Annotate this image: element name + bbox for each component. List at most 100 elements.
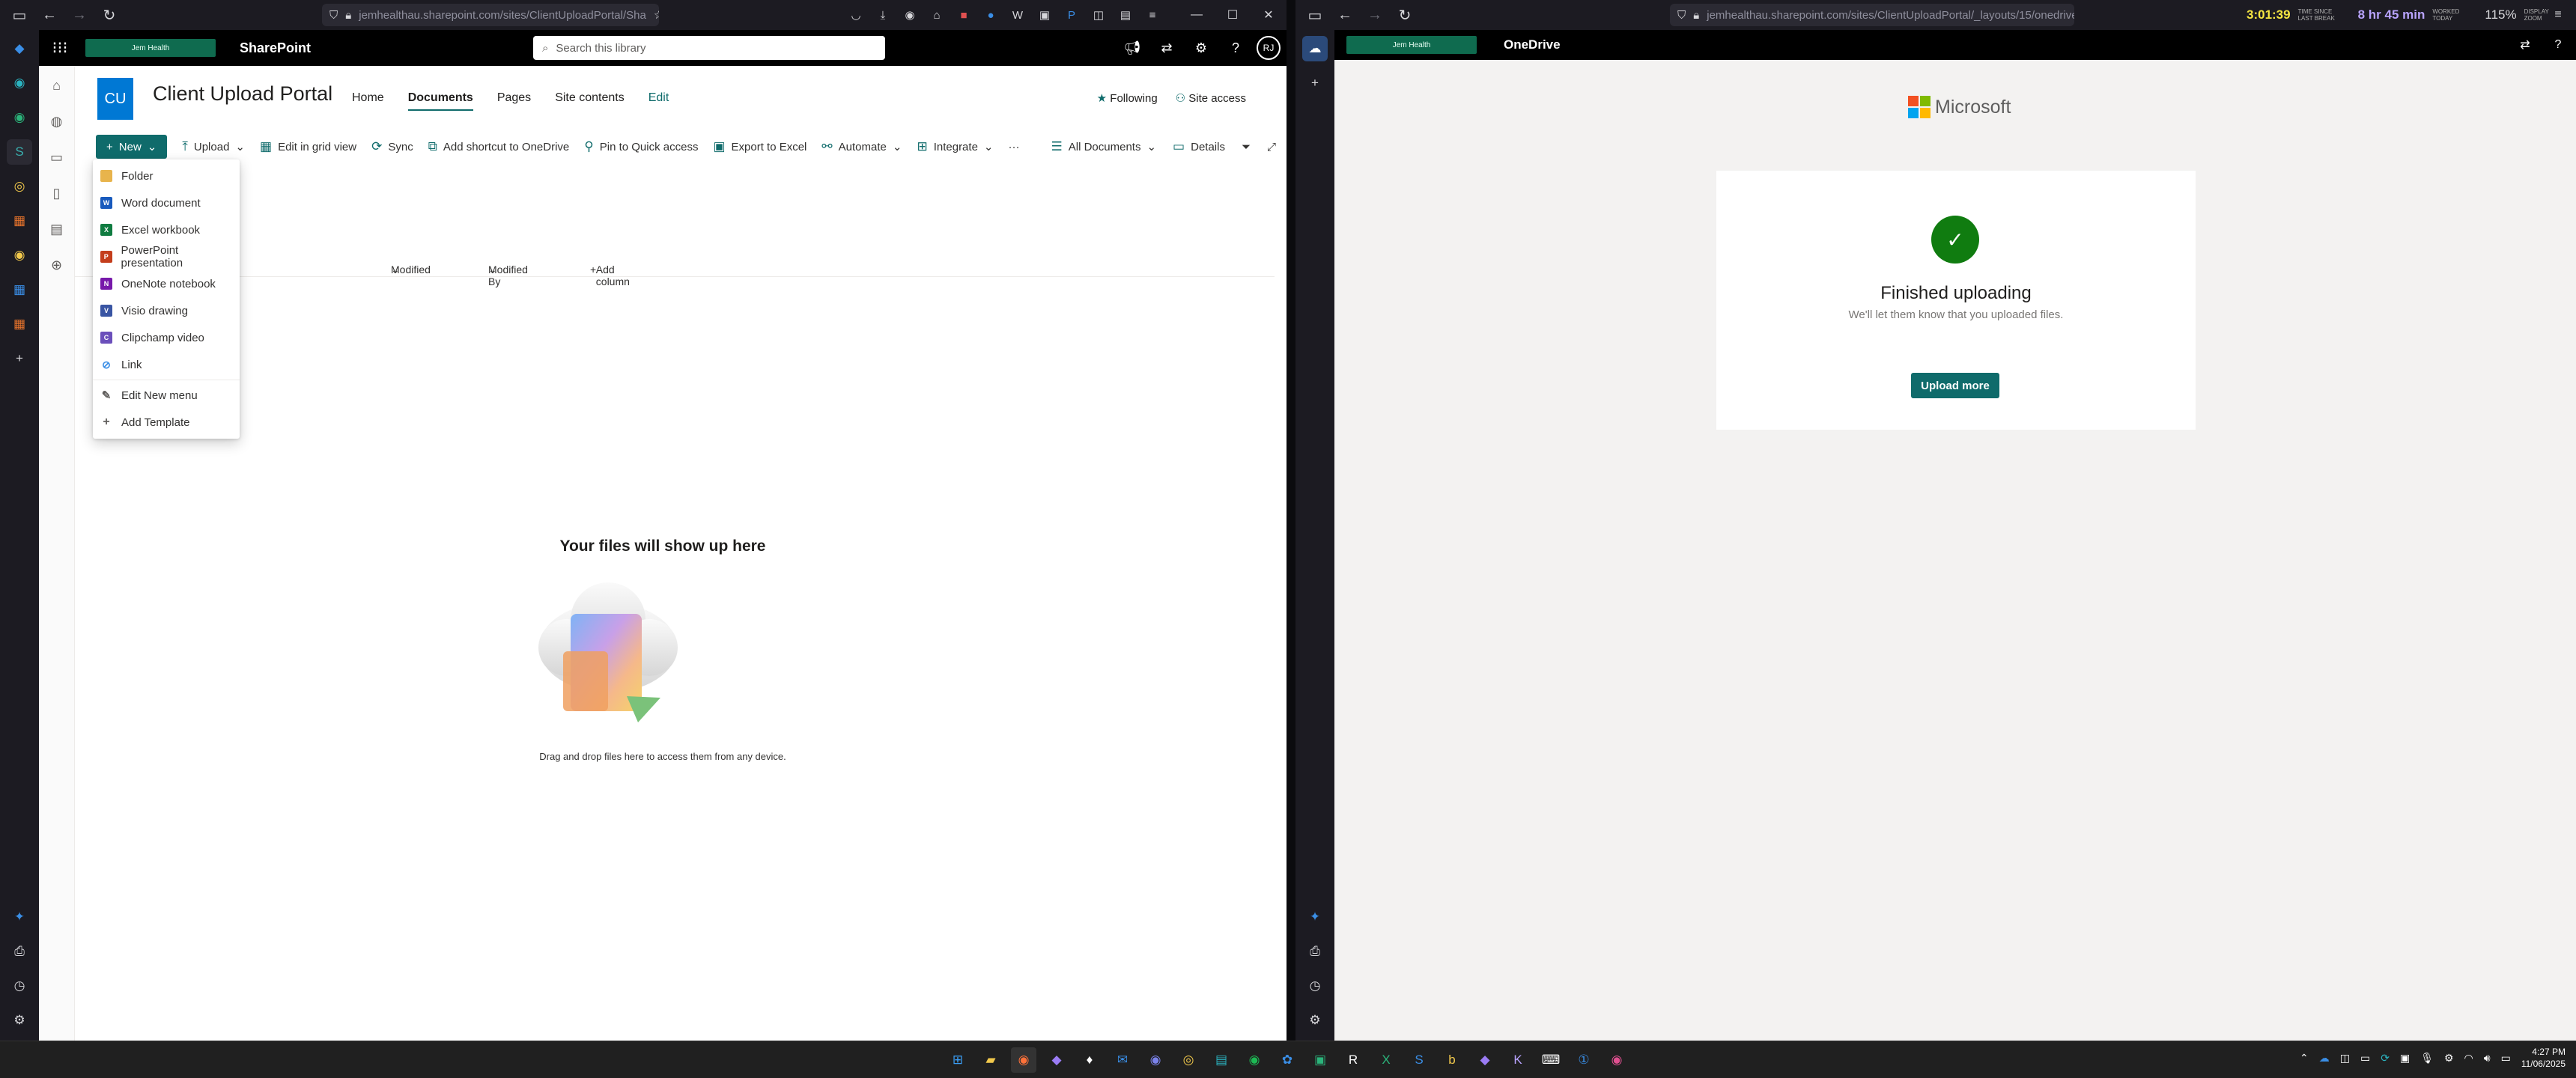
details-button[interactable]: ▭ Details [1173, 139, 1225, 154]
upload-button[interactable]: ⤒ Upload ⌄ [182, 139, 245, 154]
file-icon[interactable]: ▯ [45, 181, 69, 205]
sidebar-ai-icon[interactable]: ◆ [7, 36, 32, 61]
new-menu-item[interactable]: N OneNote notebook [93, 270, 240, 297]
close-button[interactable]: ✕ [1251, 0, 1287, 30]
chevron-up-icon[interactable]: ⌃ [2300, 1052, 2309, 1065]
nav-home[interactable]: Home [352, 91, 384, 111]
new-menu-item[interactable]: X Excel workbook [93, 216, 240, 243]
extension-panel-icon[interactable]: ▤ [1114, 4, 1137, 26]
app-pink-icon[interactable]: ◉ [1604, 1047, 1629, 1073]
new-menu-item[interactable]: + Add Template [93, 409, 240, 436]
sidebar-print-icon[interactable]: ⎙ [7, 939, 32, 964]
add-column-button[interactable]: + Add column [590, 256, 630, 287]
extension-box-icon[interactable]: ▣ [1033, 4, 1056, 26]
tray-sync-icon[interactable]: ⟳ [2381, 1052, 2390, 1065]
expand-icon[interactable]: ⤢ [1267, 141, 1276, 153]
new-menu-item[interactable]: V Visio drawing [93, 297, 240, 324]
sidebar-grid-icon[interactable]: ▦ [7, 277, 32, 302]
sidebar-sparkle-icon[interactable]: ✦ [7, 904, 32, 930]
news-icon[interactable]: ▭ [45, 145, 69, 169]
microphone-icon[interactable]: 🎙︎ [2420, 1052, 2434, 1065]
download-icon[interactable]: ⤓ [872, 4, 894, 26]
notes-icon[interactable]: ▤ [1209, 1047, 1234, 1073]
sharepoint-taskbar-icon[interactable]: S [1406, 1047, 1432, 1073]
app-r-icon[interactable]: R [1340, 1047, 1366, 1073]
sidebar-sharepoint-icon[interactable]: S [7, 139, 32, 165]
globe-icon[interactable]: ◍ [45, 109, 69, 133]
volume-icon[interactable]: 🔊︎ [2484, 1052, 2491, 1065]
back-button[interactable]: ← [1331, 3, 1358, 27]
sidebar-onedrive-icon[interactable]: ☁ [1302, 36, 1328, 61]
tray-box-icon[interactable]: ▣ [2400, 1052, 2410, 1065]
forward-button[interactable]: → [66, 3, 93, 27]
home-icon[interactable]: ⌂ [926, 4, 948, 26]
excel-icon[interactable]: X [1373, 1047, 1399, 1073]
maximize-button[interactable]: ☐ [1215, 0, 1251, 30]
new-menu-item[interactable]: W Word document [93, 189, 240, 216]
app-name[interactable]: SharePoint [240, 40, 311, 56]
back-button[interactable]: ← [36, 3, 63, 27]
help-icon[interactable]: ? [1222, 34, 1249, 61]
minimize-button[interactable]: — [1179, 0, 1215, 30]
sidebar-settings-icon[interactable]: ⚙ [1302, 1008, 1328, 1033]
sidebar-history-icon[interactable]: ◷ [7, 973, 32, 999]
filter-icon[interactable]: ⏷ [1242, 141, 1251, 153]
app-violet-icon[interactable]: ◆ [1472, 1047, 1498, 1073]
new-button[interactable]: + New ⌄ [96, 135, 168, 159]
terminal-green-icon[interactable]: ▣ [1307, 1047, 1333, 1073]
sidebar-settings-icon[interactable]: ⚙ [7, 1008, 32, 1033]
teams-icon[interactable]: ◉ [1143, 1047, 1168, 1073]
chrome-icon[interactable]: ◎ [1176, 1047, 1201, 1073]
app-purple-icon[interactable]: ◆ [1044, 1047, 1069, 1073]
gear-icon[interactable]: ⚙ [1188, 34, 1215, 61]
more-button[interactable]: ··· [1009, 141, 1020, 153]
app-1-icon[interactable]: ① [1571, 1047, 1597, 1073]
home-icon[interactable]: ⌂ [45, 73, 69, 97]
sidebar-toggle-icon[interactable]: ▭ [1301, 3, 1328, 27]
sidebar-chrome-icon[interactable]: ◎ [7, 174, 32, 199]
firefox-icon[interactable]: ◉ [1011, 1047, 1036, 1073]
outlook-icon[interactable]: ✉ [1110, 1047, 1135, 1073]
extension-icon[interactable]: ◉ [899, 4, 921, 26]
new-menu-item[interactable]: ⊘ Link [93, 351, 240, 378]
clock[interactable]: 4:27 PM 11/06/2025 [2521, 1046, 2566, 1070]
sidebar-office-icon[interactable]: ▦ [7, 311, 32, 337]
app-yellow-icon[interactable]: b [1439, 1047, 1465, 1073]
app-tidal-icon[interactable]: ♦ [1077, 1047, 1102, 1073]
pocket-icon[interactable]: ◡ [845, 4, 867, 26]
nav-edit[interactable]: Edit [648, 91, 669, 111]
cloud-icon[interactable]: ☁ [2319, 1052, 2330, 1065]
tray-chat-icon[interactable]: ▭ [2360, 1052, 2370, 1065]
wifi-icon[interactable]: ◠ [2464, 1052, 2473, 1065]
sidebar-sparkle-icon[interactable]: ✦ [1302, 904, 1328, 930]
sync-button[interactable]: ⟳ Sync [371, 139, 413, 154]
help-icon[interactable]: ? [2546, 33, 2570, 57]
tray-settings-icon[interactable]: ⚙ [2444, 1052, 2454, 1065]
bookmark-star-icon[interactable]: ☆ [654, 8, 659, 22]
app-k-icon[interactable]: K [1505, 1047, 1531, 1073]
menu-icon[interactable]: ≡ [1141, 4, 1164, 26]
reload-button[interactable]: ↻ [96, 3, 123, 27]
sidebar-apps-icon[interactable]: ▦ [7, 208, 32, 234]
site-logo[interactable]: CU [97, 78, 133, 120]
terminal-icon[interactable]: ⌨ [1538, 1047, 1564, 1073]
sidebar-edge-icon[interactable]: ◉ [7, 70, 32, 96]
reload-button[interactable]: ↻ [1391, 3, 1418, 27]
upload-more-button[interactable]: Upload more [1911, 373, 1999, 398]
add-shortcut-button[interactable]: ⧉ Add shortcut to OneDrive [428, 139, 570, 154]
edit-grid-button[interactable]: ▦ Edit in grid view [260, 139, 356, 154]
address-bar[interactable]: ⛉ 🔒︎ jemhealthau.sharepoint.com/sites/Cl… [1670, 4, 2074, 26]
extension-p-icon[interactable]: P [1060, 4, 1083, 26]
following-button[interactable]: ★ Following [1097, 91, 1158, 105]
tray-app-icon[interactable]: ◫ [2340, 1052, 2350, 1065]
share-icon[interactable]: ⇄ [1153, 34, 1180, 61]
start-icon[interactable]: ⊞ [945, 1047, 970, 1073]
org-logo[interactable]: Jem Health [85, 39, 216, 57]
megaphone-icon[interactable]: 📢︎ [1119, 34, 1146, 61]
extension-badge-icon[interactable]: ■ [953, 4, 975, 26]
export-excel-button[interactable]: ▣ Export to Excel [713, 139, 806, 154]
share-icon[interactable]: ⇄ [2513, 33, 2537, 57]
new-menu-item[interactable]: ✎ Edit New menu [93, 382, 240, 409]
avatar[interactable]: RJ [1257, 36, 1281, 60]
extension-blue-icon[interactable]: ● [979, 4, 1002, 26]
